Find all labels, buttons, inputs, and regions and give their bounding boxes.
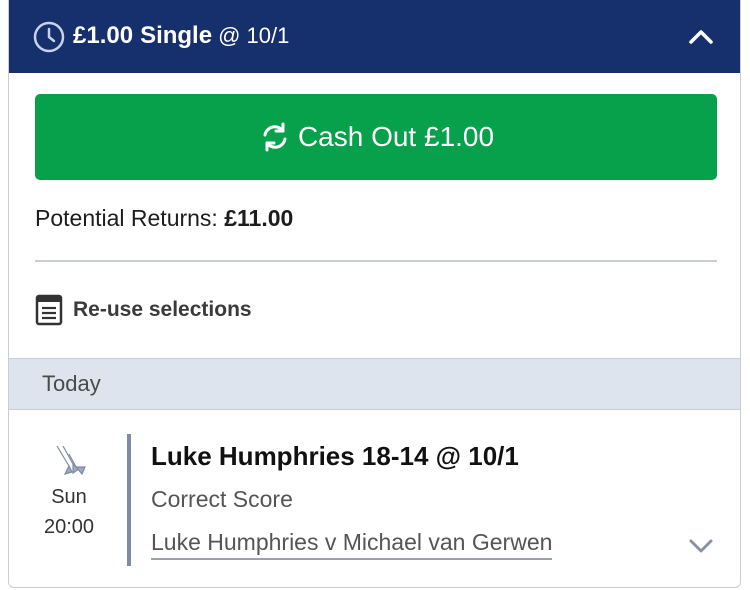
bet-card: £1.00 Single @ 10/1 Cash Out £1.00 Potenti…: [8, 0, 741, 588]
section-header: Today: [9, 358, 740, 410]
stake-amount: £1.00: [73, 22, 134, 49]
selection-title: Luke Humphries 18-14 @ 10/1: [151, 441, 519, 471]
reuse-selections-button[interactable]: Re-use selections: [35, 294, 252, 326]
section-label: Today: [42, 371, 101, 396]
darts-icon: [56, 445, 86, 476]
bet-odds: @ 10/1: [218, 23, 290, 48]
market-name: Correct Score: [151, 486, 293, 512]
returns-value: £11.00: [224, 205, 294, 231]
reuse-label: Re-use selections: [73, 298, 252, 321]
returns-label: Potential Returns:: [35, 205, 218, 231]
event-day: Sun: [51, 486, 87, 508]
match-link[interactable]: Luke Humphries v Michael van Gerwen: [151, 529, 553, 560]
divider: [35, 260, 717, 262]
document-icon: [35, 294, 63, 326]
selection-divider: [127, 434, 131, 566]
event-meta: Sun 20:00: [29, 440, 109, 542]
cash-out-button[interactable]: Cash Out £1.00: [35, 94, 717, 180]
cash-out-label: Cash Out £1.00: [297, 121, 495, 152]
bet-summary: £1.00 Single @ 10/1: [73, 22, 289, 50]
bet-type: Single: [140, 22, 213, 49]
potential-returns: Potential Returns: £11.00: [35, 205, 293, 232]
bet-header[interactable]: £1.00 Single @ 10/1: [9, 0, 740, 73]
chevron-up-icon[interactable]: [686, 22, 716, 52]
chevron-down-icon[interactable]: [686, 534, 716, 558]
clock-icon: [33, 21, 65, 53]
event-time: 20:00: [43, 516, 95, 538]
refresh-icon: [263, 122, 287, 152]
